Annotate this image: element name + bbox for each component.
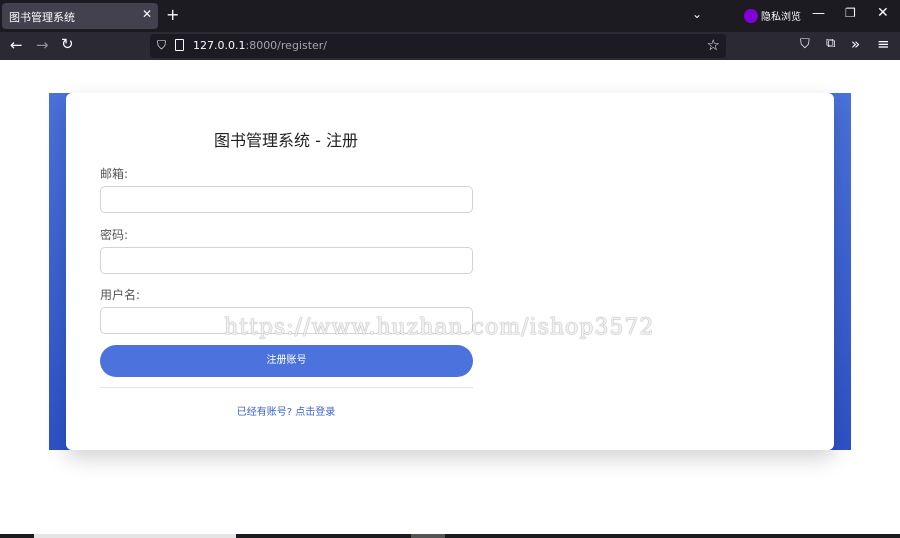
reload-icon[interactable]: ↻ <box>61 35 74 53</box>
pocket-icon[interactable]: ⛉ <box>800 37 810 52</box>
list-all-tabs-icon[interactable]: ⌄ <box>692 7 702 21</box>
page-title: 图书管理系统 - 注册 <box>214 131 358 150</box>
register-card: 图书管理系统 - 注册 邮箱: 密码: 用户名: 注册账号 已经有账号? 点击登… <box>66 93 834 450</box>
close-window-button[interactable]: ✕ <box>877 5 889 21</box>
minimize-button[interactable]: — <box>812 6 825 21</box>
page-content: 图书管理系统 - 注册 邮箱: 密码: 用户名: 注册账号 已经有账号? 点击登… <box>0 60 900 534</box>
url-text[interactable]: 127.0.0.1:8000/register/ <box>193 39 327 52</box>
url-host: 127.0.0.1 <box>193 39 246 52</box>
email-field[interactable] <box>100 186 473 213</box>
taskbar-segment <box>34 534 236 538</box>
taskbar-segment-active <box>411 534 445 538</box>
username-label: 用户名: <box>100 288 141 302</box>
private-browsing-label: 隐私浏览 <box>761 12 801 23</box>
page-info-icon[interactable] <box>175 39 184 51</box>
url-bar[interactable]: ⛉ 127.0.0.1:8000/register/ ☆ <box>150 34 726 58</box>
password-label: 密码: <box>100 228 129 242</box>
navigation-bar: ← → ↻ ⛉ 127.0.0.1:8000/register/ ☆ ⛉ ⧉ »… <box>0 32 900 60</box>
tab-title: 图书管理系统 <box>9 11 75 24</box>
email-label: 邮箱: <box>100 167 129 181</box>
forward-icon[interactable]: → <box>36 36 49 54</box>
extensions-icon[interactable]: ⧉ <box>826 36 835 51</box>
private-browsing-icon <box>744 9 758 23</box>
maximize-button[interactable]: ❐ <box>845 6 856 20</box>
tab-close-icon[interactable]: ✕ <box>142 7 152 21</box>
back-icon[interactable]: ← <box>10 36 23 54</box>
tracking-protection-icon[interactable]: ⛉ <box>157 38 166 53</box>
divider <box>100 387 473 388</box>
hamburger-menu-icon[interactable]: ≡ <box>877 35 890 53</box>
bookmark-star-icon[interactable]: ☆ <box>707 36 720 54</box>
url-path: :8000/register/ <box>245 39 328 52</box>
more-tools-icon[interactable]: » <box>851 35 860 53</box>
watermark: https://www.huzhan.com/ishop3572 <box>224 315 655 340</box>
register-button[interactable]: 注册账号 <box>100 345 473 377</box>
password-field[interactable] <box>100 247 473 274</box>
tab-bar: 图书管理系统 ✕ + ⌄ 隐私浏览 — ❐ ✕ <box>0 0 900 32</box>
login-link[interactable]: 已经有账号? 点击登录 <box>66 403 506 418</box>
new-tab-button[interactable]: + <box>166 5 179 24</box>
active-tab[interactable]: 图书管理系统 ✕ <box>2 3 158 29</box>
